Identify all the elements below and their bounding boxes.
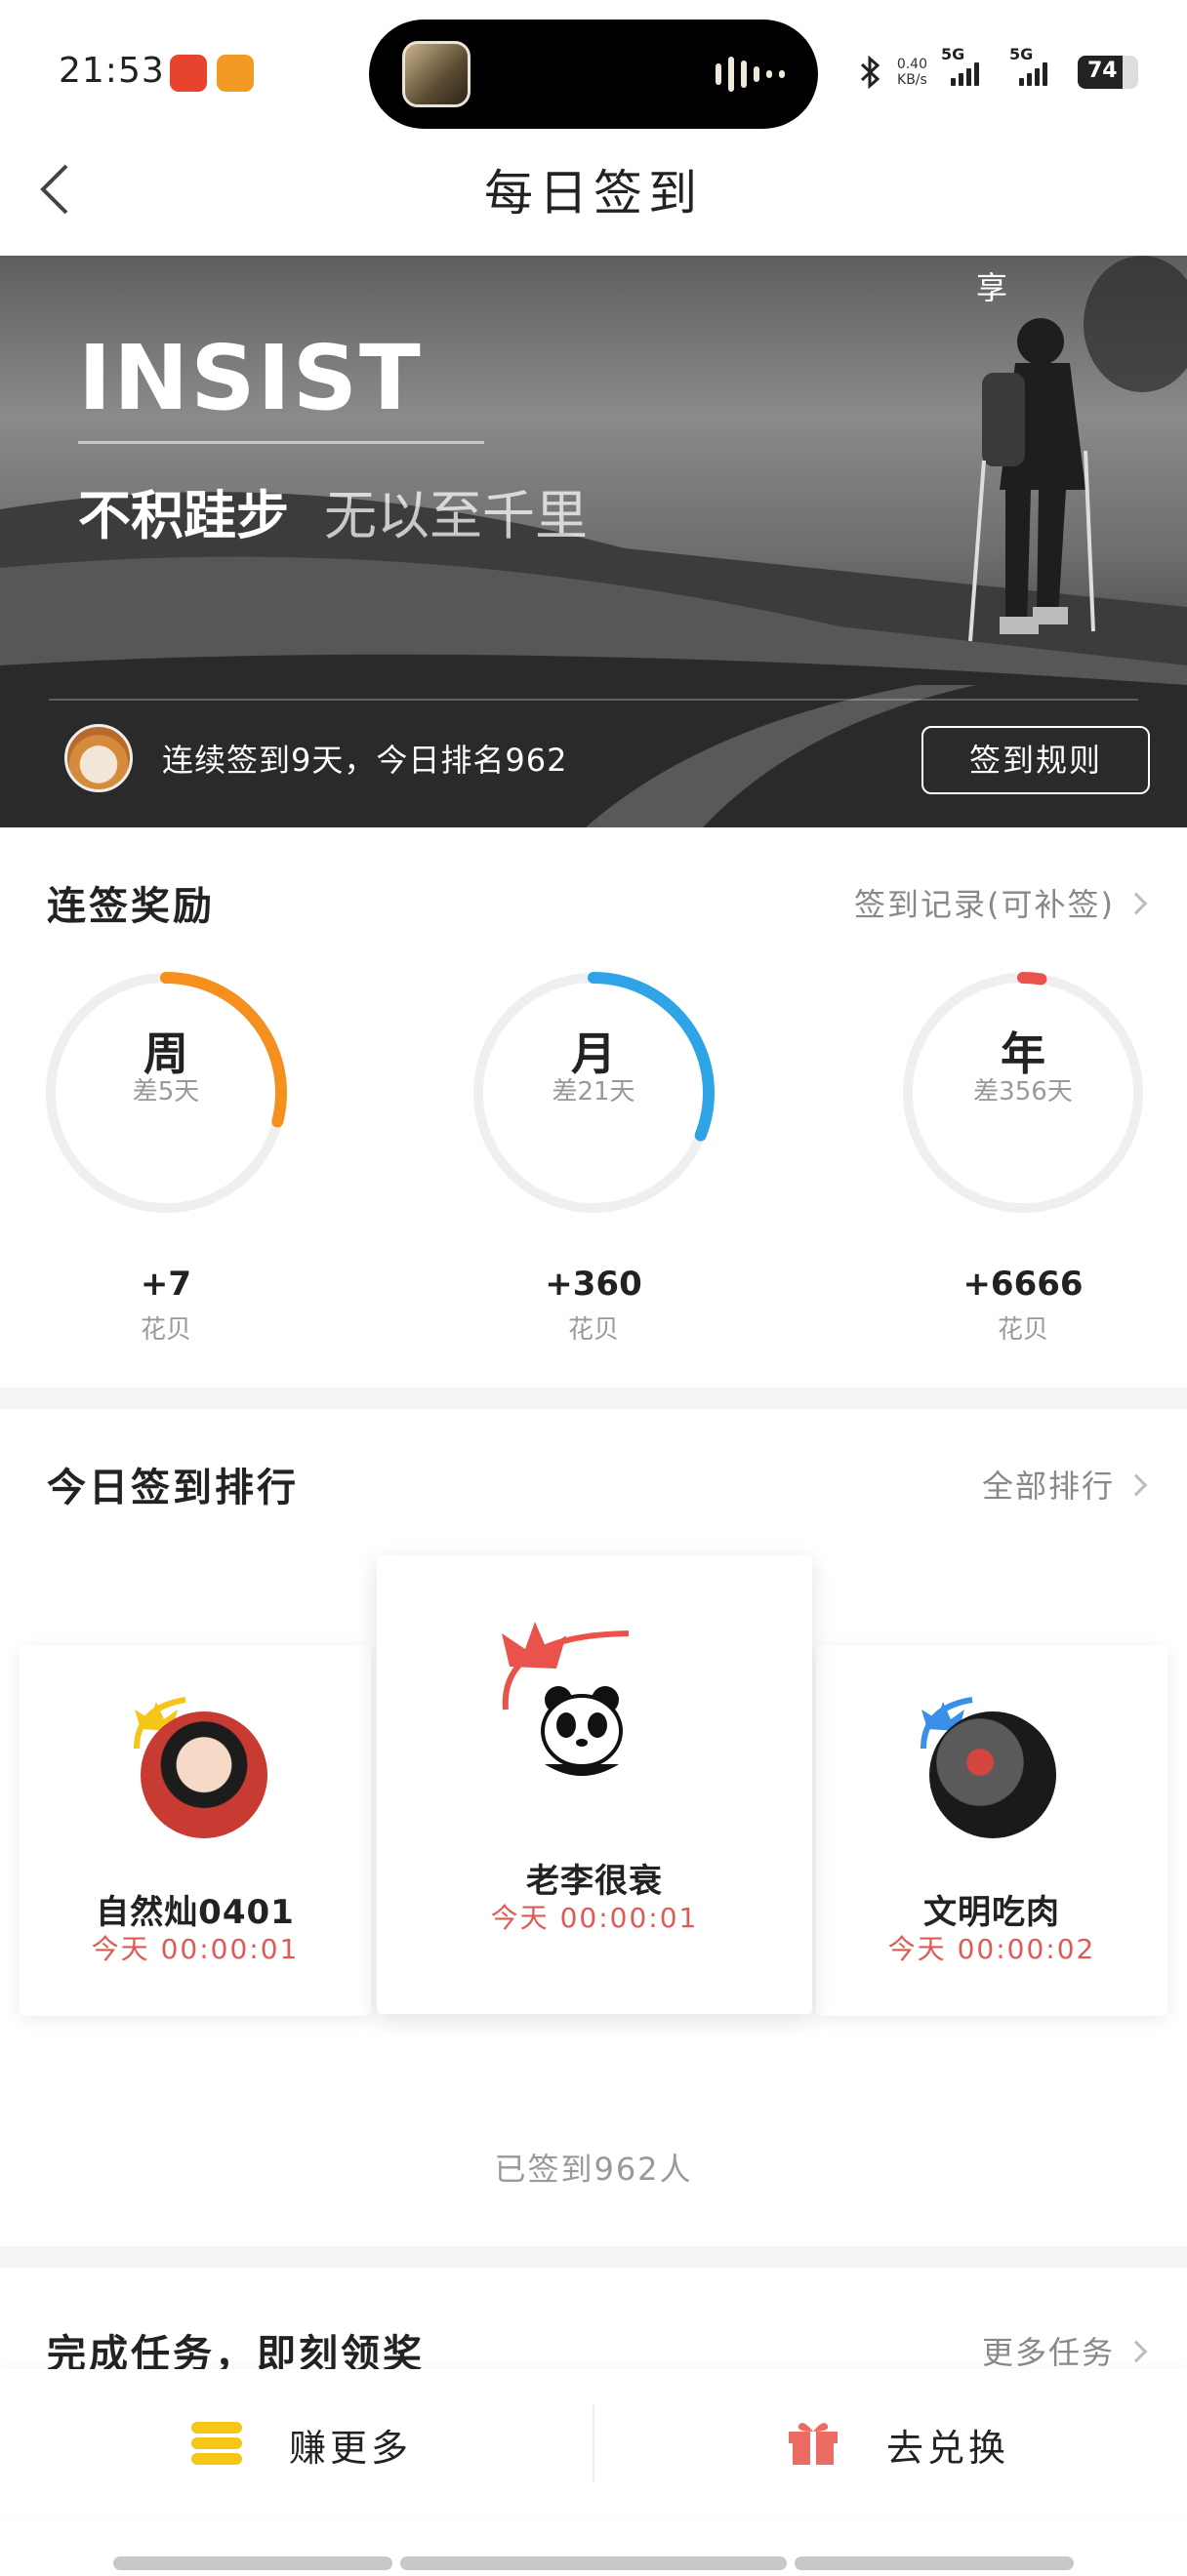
sign-record-link[interactable]: 签到记录(可补签) [854,880,1148,925]
hero-slogan-main: 不积跬步 [78,485,289,546]
status-time: 21:53 [59,51,165,91]
hero-bottom-divider [49,699,1138,701]
gift-icon [789,2423,838,2465]
status-bar: 21:53 0.40 KB/s 5G 5G 74 [0,0,1187,146]
ranker-avatar[interactable] [929,1711,1056,1838]
ranking-title: 今日签到排行 [47,1466,299,1510]
redeem-button[interactable]: 去兑换 [594,2369,1187,2517]
hero-headline: INSIST [78,326,423,430]
hero-banner: 享 INSIST 不积跬步 无以至千里 连续签到9天，今日排名962 签到规则 [0,256,1187,827]
panda-icon [541,1686,623,1776]
rank-card-second[interactable]: 自然灿0401 今天 00:00:01 [20,1645,371,2016]
cell-signal-icon: 5G [941,45,996,86]
coins-icon [191,2422,242,2465]
reward-remaining: 差5天 [132,1077,200,1107]
gesture-indicator-center[interactable] [400,2556,787,2570]
ranker-name: 文明吃肉 [923,1893,1060,1932]
all-ranking-link[interactable]: 全部排行 [982,1462,1148,1507]
more-tasks-link[interactable]: 更多任务 [982,2328,1148,2373]
reward-value: +6666 [962,1265,1084,1304]
share-button[interactable]: 享 [976,263,1007,308]
reward-value: +360 [545,1265,642,1304]
notification-app-icon-red [170,55,207,92]
reward-value: +7 [140,1265,192,1304]
gesture-indicator-left [113,2556,392,2570]
ranker-time: 今天 00:00:01 [490,1902,699,1934]
earn-more-button[interactable]: 赚更多 [0,2369,594,2517]
hero-slogan-sub: 无以至千里 [324,485,588,546]
gesture-indicator-right [795,2556,1074,2570]
reward-week[interactable]: 周 差5天 +7 花贝 [43,970,289,1346]
ranker-name: 自然灿0401 [96,1893,295,1932]
bluetooth-icon [860,56,880,89]
chevron-right-icon [1125,892,1148,915]
battery-icon: 74 [1078,56,1138,89]
redeem-label: 去兑换 [886,2427,1010,2470]
reward-remaining: 差356天 [973,1077,1073,1107]
hero-divider [78,441,484,444]
network-speed: 0.40 KB/s [896,57,927,88]
streak-status: 连续签到9天，今日排名962 [162,742,568,779]
ranker-avatar[interactable] [523,1670,640,1788]
ranker-avatar[interactable] [141,1711,267,1838]
notification-app-icon-orange [217,55,254,92]
cell-signal-icon-2: 5G [1009,45,1064,86]
page-title: 每日签到 [484,165,703,221]
reward-unit: 花贝 [567,1315,619,1345]
section-divider [0,1388,1187,1409]
rank-card-third[interactable]: 文明吃肉 今天 00:00:02 [816,1645,1167,2016]
streak-rewards-title: 连签奖励 [47,884,215,929]
reward-remaining: 差21天 [552,1077,635,1107]
bottom-action-bar: 赚更多 去兑换 [0,2369,1187,2517]
checked-in-total: 已签到962人 [494,2151,693,2188]
ranker-time: 今天 00:00:02 [887,1933,1096,1965]
section-divider [0,2246,1187,2268]
dynamic-island[interactable] [369,20,818,129]
ranker-time: 今天 00:00:01 [91,1933,300,1965]
reward-year[interactable]: 年 差356天 +6666 花贝 [900,970,1146,1346]
sign-rules-button[interactable]: 签到规则 [921,726,1150,794]
reward-unit: 花贝 [997,1315,1048,1345]
hiker-figure [982,318,1085,634]
ranker-name: 老李很衰 [526,1862,663,1901]
rank-card-first[interactable]: 老李很衰 今天 00:00:01 [377,1555,812,2014]
audio-wave-icon [716,57,785,92]
reward-unit: 花贝 [140,1315,191,1345]
media-thumbnail [402,41,471,107]
chevron-right-icon [1125,1473,1148,1497]
chevron-right-icon [1125,2340,1148,2363]
user-avatar[interactable] [64,724,133,792]
earn-more-label: 赚更多 [289,2427,413,2470]
nav-bar: 每日签到 [0,146,1187,256]
reward-month[interactable]: 月 差21天 +360 花贝 [471,970,716,1346]
